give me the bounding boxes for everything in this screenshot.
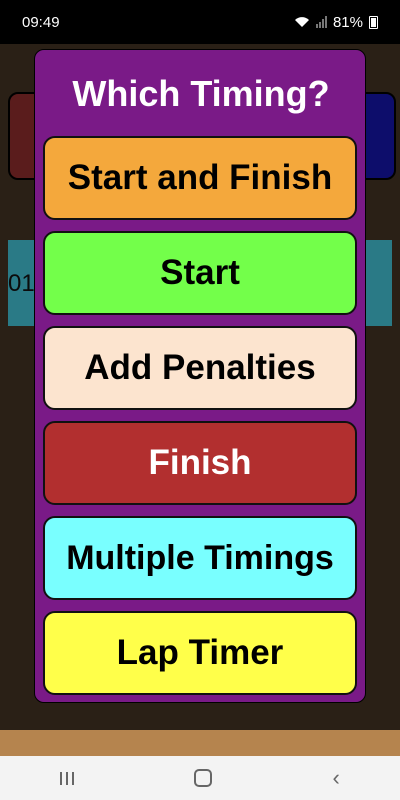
back-icon[interactable]: ‹ [333, 767, 340, 789]
status-bar: 09:49 81% [0, 0, 400, 44]
battery-percent: 81% [332, 13, 363, 31]
signal-icon [315, 16, 327, 28]
recent-apps-icon[interactable] [60, 771, 75, 785]
start-and-finish-button[interactable]: Start and Finish [43, 136, 357, 220]
timing-dialog: Which Timing? Start and Finish Start Add… [34, 49, 366, 703]
home-icon[interactable] [194, 769, 213, 787]
background-bottom-bar [0, 730, 400, 756]
status-indicators: 81% [294, 14, 378, 31]
wifi-icon [294, 17, 309, 27]
start-button[interactable]: Start [43, 231, 357, 315]
background-timer-text: 01 [8, 270, 35, 297]
battery-icon [369, 15, 378, 29]
finish-button[interactable]: Finish [43, 421, 357, 505]
dialog-title: Which Timing? [72, 73, 330, 114]
multiple-timings-button[interactable]: Multiple Timings [43, 516, 357, 600]
add-penalties-button[interactable]: Add Penalties [43, 326, 357, 410]
lap-timer-button[interactable]: Lap Timer [43, 611, 357, 695]
status-time: 09:49 [22, 13, 60, 31]
navigation-bar: ‹ [0, 756, 400, 800]
